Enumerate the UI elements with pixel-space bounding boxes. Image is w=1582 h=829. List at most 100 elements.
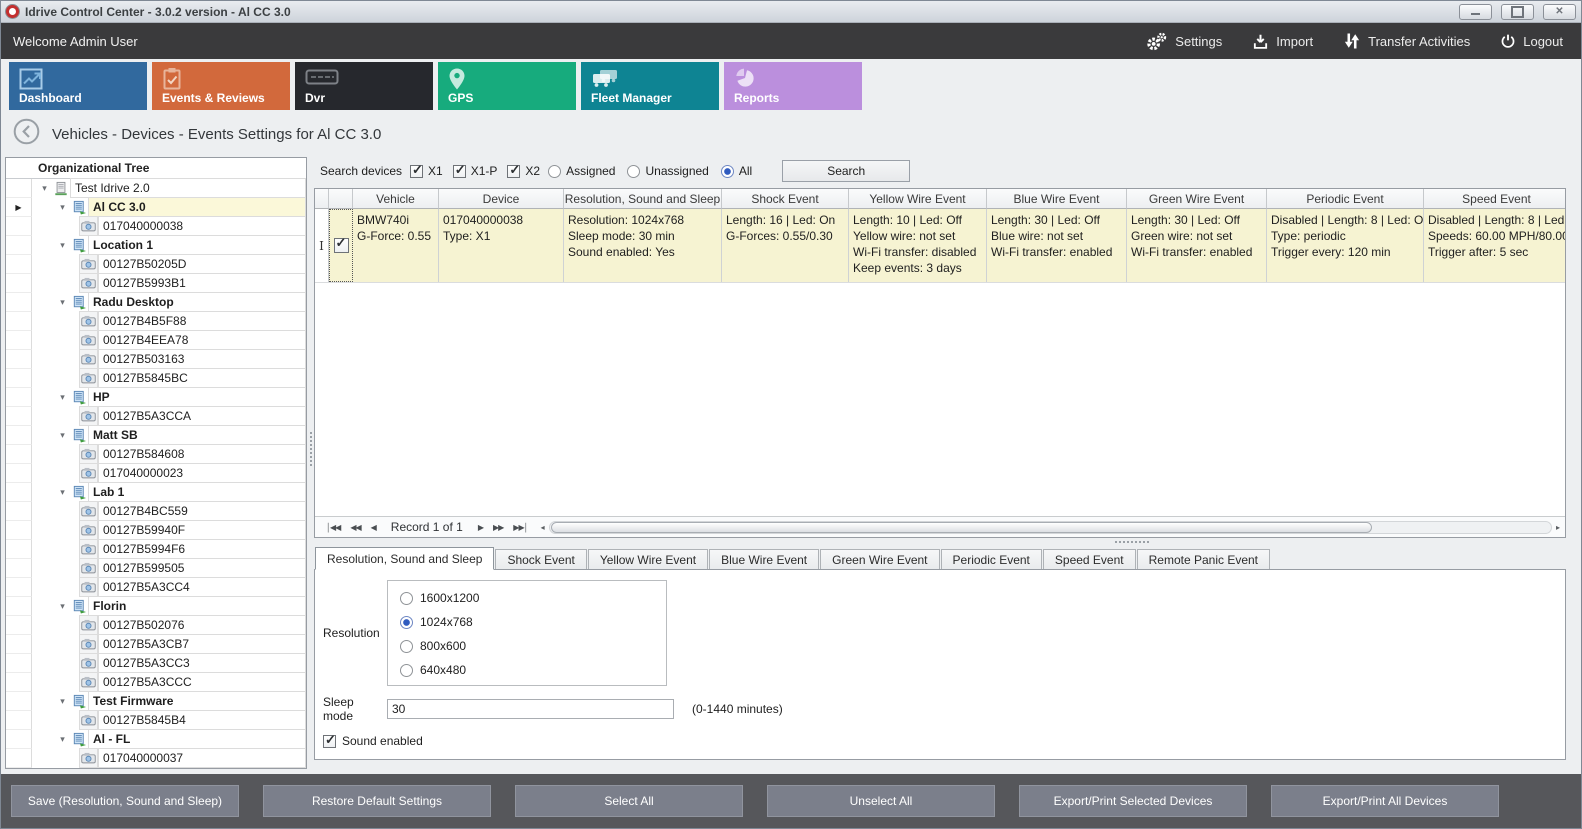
scrollbar-track[interactable] <box>549 521 1552 534</box>
tree-node-device[interactable]: 00127B502076 <box>6 616 306 635</box>
tree-node-device[interactable]: 00127B5994F6 <box>6 540 306 559</box>
radio-640x480[interactable] <box>400 664 413 677</box>
tab-shock-event[interactable]: Shock Event <box>495 549 586 570</box>
scrollbar-thumb[interactable] <box>551 522 1372 533</box>
tree-node-device[interactable]: 00127B59940F <box>6 521 306 540</box>
nav-first-icon[interactable]: │◀◀ <box>321 523 345 532</box>
tree-expand-icon[interactable]: ▾ <box>56 198 69 217</box>
tree-node-device[interactable]: 017040000038 <box>6 217 306 236</box>
radio-1600x1200[interactable] <box>400 592 413 605</box>
tree-node-device[interactable]: 00127B5845B4 <box>6 711 306 730</box>
filter-all[interactable]: All <box>721 164 752 178</box>
tree-node-device[interactable]: 017040000037 <box>6 749 306 768</box>
tree-node-device[interactable]: 00127B5A3CCC <box>6 673 306 692</box>
footer-button-export-print-all-devices[interactable]: Export/Print All Devices <box>1271 785 1499 817</box>
tree-node-device[interactable]: 00127B50205D <box>6 255 306 274</box>
table-row[interactable]: IBMW740i G-Force: 0.55017040000038 Type:… <box>315 209 1565 283</box>
tree-node-device[interactable]: 017040000023 <box>6 464 306 483</box>
topbar-action-import[interactable]: Import <box>1252 33 1313 50</box>
tab-resolution-sound-and-sleep[interactable]: Resolution, Sound and Sleep <box>315 547 494 570</box>
footer-button-save-resolution-sound-and-sleep-[interactable]: Save (Resolution, Sound and Sleep) <box>11 785 239 817</box>
resolution-option[interactable]: 1024x768 <box>400 610 666 634</box>
column-header[interactable]: Periodic Event <box>1267 189 1424 209</box>
footer-button-restore-default-settings[interactable]: Restore Default Settings <box>263 785 491 817</box>
radio-assigned[interactable] <box>548 165 561 178</box>
close-button[interactable] <box>1543 4 1576 20</box>
radio-all[interactable] <box>721 165 734 178</box>
checkbox-x1-p[interactable] <box>453 165 466 178</box>
scroll-right-icon[interactable]: ▸ <box>1554 523 1562 532</box>
tree-expand-icon[interactable]: ▾ <box>56 730 69 749</box>
tree-node-group[interactable]: ▾Al - FL <box>6 730 306 749</box>
row-select-cell[interactable] <box>329 209 353 282</box>
tree-node-device[interactable]: 00127B4BC559 <box>6 502 306 521</box>
radio-1024x768[interactable] <box>400 616 413 629</box>
nav-prev-icon[interactable]: ◀ <box>366 523 381 532</box>
nav-next-page-icon[interactable]: ▶▶ <box>488 523 508 532</box>
tree-node-group[interactable]: ▾HP <box>6 388 306 407</box>
tree-expand-icon[interactable]: ▾ <box>56 426 69 445</box>
tree-node-group[interactable]: ▾Lab 1 <box>6 483 306 502</box>
nav-prev-page-icon[interactable]: ◀◀ <box>345 523 365 532</box>
topbar-action-logout[interactable]: Logout <box>1500 33 1563 49</box>
tree-node-device[interactable]: 00127B5A3CCA <box>6 407 306 426</box>
topbar-action-transfer-activities[interactable]: Transfer Activities <box>1343 32 1470 50</box>
tree-expand-icon[interactable]: ▾ <box>56 483 69 502</box>
tree-node-device[interactable]: 00127B5A3CC3 <box>6 654 306 673</box>
column-header[interactable]: Device <box>439 189 564 209</box>
tree-expand-icon[interactable]: ▾ <box>56 692 69 711</box>
tree-node-device[interactable]: 00127B5993B1 <box>6 274 306 293</box>
column-header[interactable]: Speed Event <box>1424 189 1566 209</box>
resolution-option[interactable]: 1600x1200 <box>400 586 666 610</box>
filter-x1-p[interactable]: X1-P <box>453 164 498 178</box>
tab-green-wire-event[interactable]: Green Wire Event <box>820 549 939 570</box>
minimize-button[interactable] <box>1459 4 1492 20</box>
tree-expand-icon[interactable]: ▾ <box>56 293 69 312</box>
column-header[interactable]: Vehicle <box>353 189 439 209</box>
tree-node-device[interactable]: 00127B503163 <box>6 350 306 369</box>
footer-button-select-all[interactable]: Select All <box>515 785 743 817</box>
tree-node-device[interactable]: 00127B584608 <box>6 445 306 464</box>
footer-button-unselect-all[interactable]: Unselect All <box>767 785 995 817</box>
sound-enabled-checkbox[interactable] <box>323 735 336 748</box>
tree-node-device[interactable]: 00127B4B5F88 <box>6 312 306 331</box>
column-header[interactable]: Green Wire Event <box>1127 189 1267 209</box>
tree-node-group[interactable]: ▶▾Al CC 3.0 <box>6 198 306 217</box>
column-header[interactable]: Shock Event <box>722 189 849 209</box>
tree-expand-icon[interactable]: ▾ <box>56 388 69 407</box>
maximize-button[interactable] <box>1501 4 1534 20</box>
filter-unassigned[interactable]: Unassigned <box>627 164 708 178</box>
nav-next-icon[interactable]: ▶ <box>473 523 488 532</box>
tab-periodic-event[interactable]: Periodic Event <box>941 549 1042 570</box>
tree-node-root[interactable]: ▾Test Idrive 2.0 <box>6 179 306 198</box>
tree-node-group[interactable]: ▾Test Firmware <box>6 692 306 711</box>
tab-yellow-wire-event[interactable]: Yellow Wire Event <box>588 549 708 570</box>
radio-800x600[interactable] <box>400 640 413 653</box>
tree-node-device[interactable]: 00127B5A3CC4 <box>6 578 306 597</box>
tile-dashboard[interactable]: Dashboard <box>9 62 147 110</box>
nav-last-icon[interactable]: ▶▶│ <box>508 523 532 532</box>
tile-reports[interactable]: Reports <box>724 62 862 110</box>
radio-unassigned[interactable] <box>627 165 640 178</box>
tree-node-device[interactable]: 00127B5A3CB7 <box>6 635 306 654</box>
tree-expand-icon[interactable]: ▾ <box>38 179 51 198</box>
tile-gps[interactable]: GPS <box>438 62 576 110</box>
filter-x1[interactable]: X1 <box>410 164 443 178</box>
tree-expand-icon[interactable]: ▾ <box>56 236 69 255</box>
tree-node-group[interactable]: ▾Location 1 <box>6 236 306 255</box>
tile-events-reviews[interactable]: Events & Reviews <box>152 62 290 110</box>
tree-node-device[interactable]: 00127B5845BC <box>6 369 306 388</box>
horizontal-splitter[interactable] <box>1115 541 1149 545</box>
tree-node-group[interactable]: ▾Radu Desktop <box>6 293 306 312</box>
tab-speed-event[interactable]: Speed Event <box>1043 549 1136 570</box>
tree-node-device[interactable]: 00127B4EEA78 <box>6 331 306 350</box>
sleep-mode-input[interactable] <box>387 699 674 719</box>
column-header[interactable]: Yellow Wire Event <box>849 189 987 209</box>
filter-x2[interactable]: X2 <box>507 164 540 178</box>
resolution-option[interactable]: 640x480 <box>400 658 666 682</box>
checkbox-x1[interactable] <box>410 165 423 178</box>
tab-remote-panic-event[interactable]: Remote Panic Event <box>1137 549 1270 570</box>
filter-assigned[interactable]: Assigned <box>548 164 615 178</box>
search-button[interactable]: Search <box>782 160 910 182</box>
vertical-splitter[interactable] <box>310 432 312 466</box>
